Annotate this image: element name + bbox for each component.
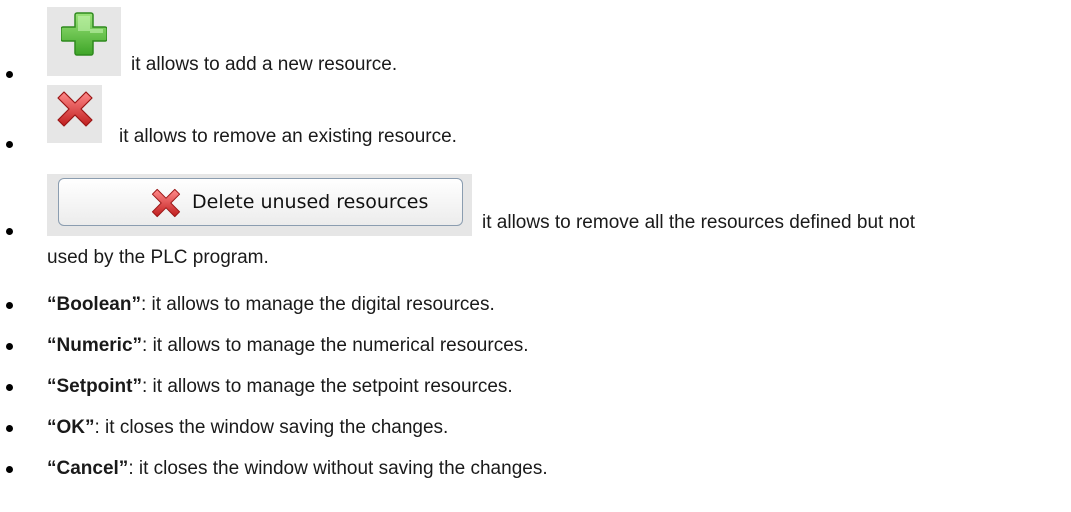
bullet (6, 302, 13, 309)
term-boolean: “Boolean” (47, 294, 141, 315)
item-text: “OK”: it closes the window saving the ch… (47, 415, 448, 441)
item-text: “Cancel”: it closes the window without s… (47, 456, 548, 482)
item-text: “Numeric”: it allows to manage the numer… (47, 333, 529, 359)
definition: : it closes the window saving the change… (94, 417, 449, 438)
bullet (6, 343, 13, 350)
definition: : it allows to manage the digital resour… (140, 294, 495, 315)
remove-icon-tile (47, 85, 102, 143)
bullet (6, 228, 13, 235)
button-label: Delete unused resources (192, 191, 429, 213)
delete-unused-resources-button[interactable]: Delete unused resources (58, 178, 463, 226)
term-setpoint: “Setpoint” (47, 376, 142, 397)
definition: : it closes the window without saving th… (128, 458, 548, 479)
bullet (6, 384, 13, 391)
definition: : it allows to manage the numerical reso… (142, 335, 529, 356)
delete-unused-resources-button-image: Delete unused resources (47, 174, 472, 236)
item-text: “Setpoint”: it allows to manage the setp… (47, 374, 513, 400)
definition: : it allows to manage the setpoint resou… (142, 376, 513, 397)
add-icon-tile (47, 7, 121, 76)
term-cancel: “Cancel” (47, 458, 129, 479)
cross-icon (151, 188, 181, 218)
item-text-continued: used by the PLC program. (47, 247, 269, 268)
plus-icon (61, 12, 107, 56)
item-text: “Boolean”: it allows to manage the digit… (47, 292, 495, 318)
term-numeric: “Numeric” (47, 335, 143, 356)
item-text: it allows to remove an existing resource… (119, 126, 457, 147)
bullet (6, 71, 13, 78)
item-text: it allows to remove all the resources de… (482, 212, 916, 233)
bullet (6, 141, 13, 148)
item-text: it allows to add a new resource. (131, 54, 398, 75)
term-ok: “OK” (47, 417, 95, 438)
bullet (6, 466, 13, 473)
bullet (6, 425, 13, 432)
cross-icon (57, 91, 93, 127)
